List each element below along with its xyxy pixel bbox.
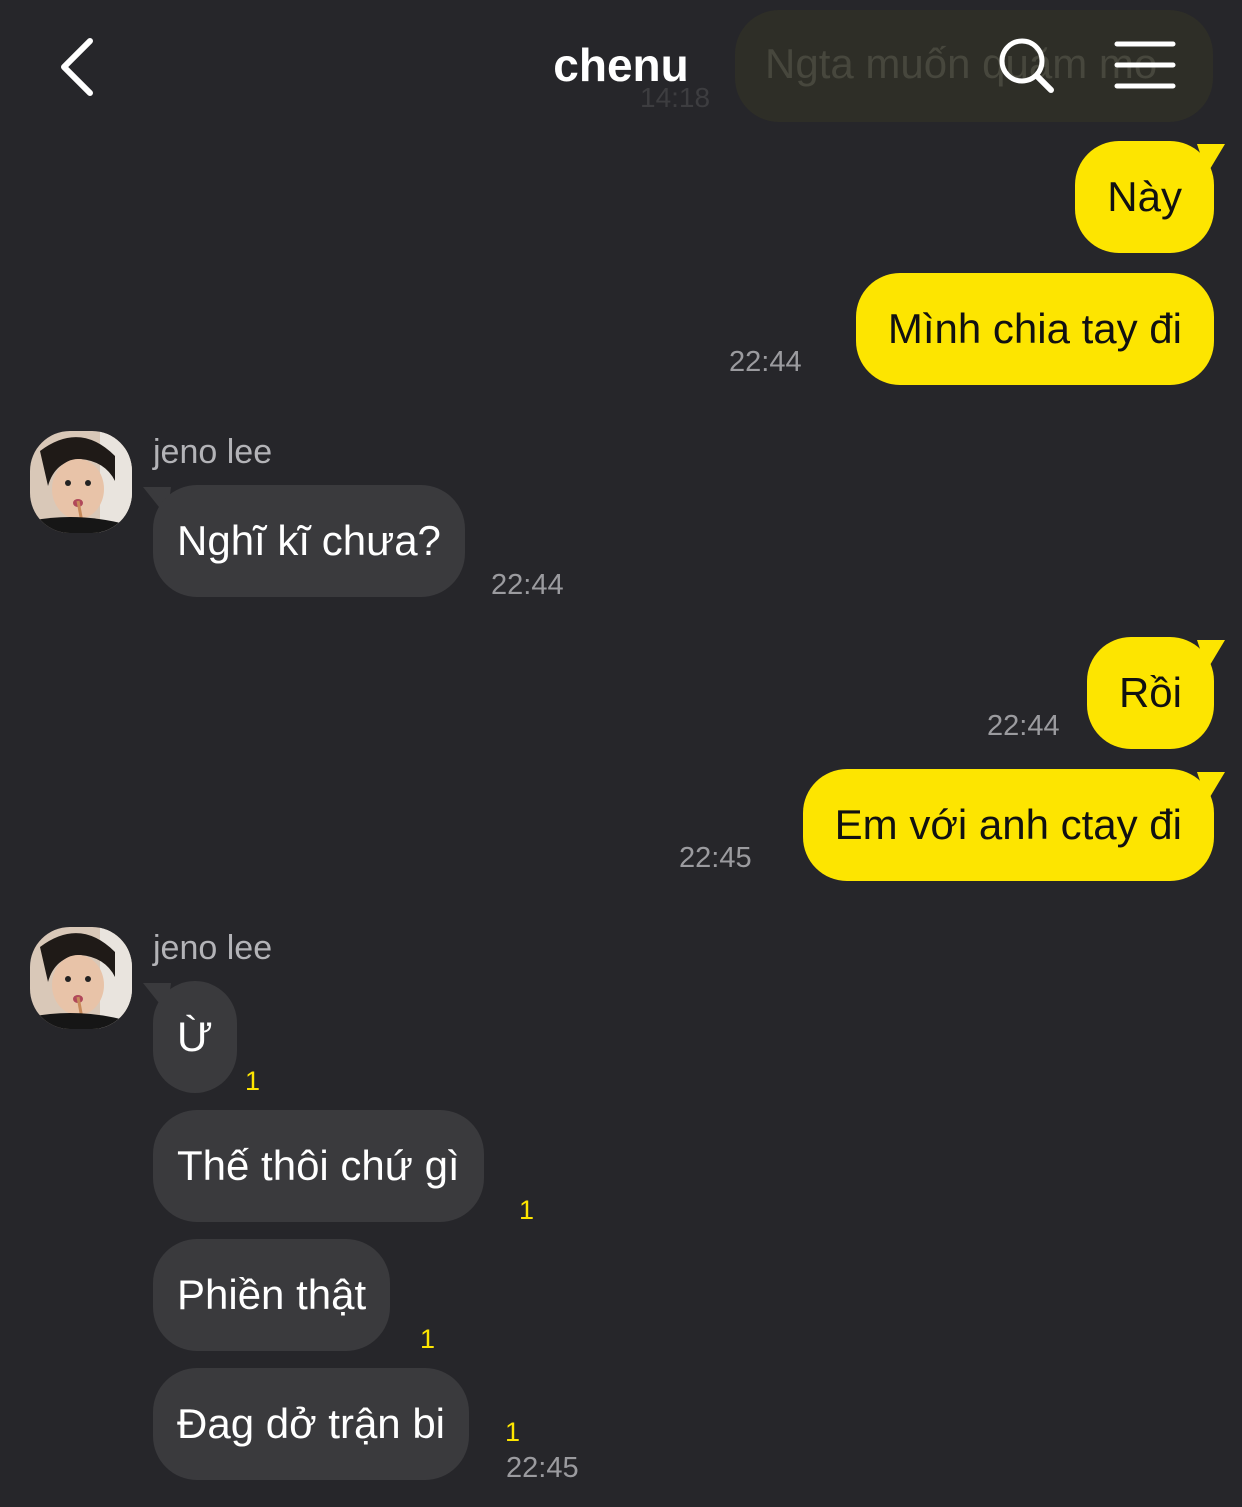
my-message-bubble[interactable]: Mình chia tay đi — [855, 273, 1214, 385]
avatar[interactable] — [30, 431, 132, 533]
their-message-bubble[interactable]: Phiền thật — [153, 1239, 391, 1351]
message-time: 22:44 — [491, 569, 564, 601]
unread-count: 1 — [519, 1195, 535, 1225]
menu-icon — [1114, 41, 1176, 89]
message-time: 22:44 — [729, 346, 802, 378]
message-time: 22:44 — [987, 710, 1060, 742]
unread-count: 1 — [505, 1417, 521, 1447]
search-button[interactable] — [996, 35, 1056, 95]
their-message-bubble[interactable]: Nghĩ kĩ chưa? — [153, 485, 465, 597]
their-message-bubble[interactable]: Thế thôi chứ gì — [153, 1110, 484, 1222]
message-time: 22:45 — [679, 842, 752, 874]
unread-count: 1 — [420, 1324, 436, 1354]
message-time: 22:45 — [506, 1452, 579, 1484]
my-message-bubble[interactable]: Này — [1075, 141, 1214, 253]
my-message-bubble[interactable]: Rồi — [1086, 637, 1214, 749]
sender-name: jeno lee — [153, 433, 273, 471]
search-icon — [999, 38, 1054, 93]
unread-count: 1 — [245, 1066, 261, 1096]
sender-name: jeno lee — [153, 929, 273, 967]
my-message-bubble[interactable]: Em với anh ctay đi — [802, 769, 1214, 881]
bubble-tail — [1197, 640, 1225, 670]
bubble-tail — [1197, 144, 1225, 174]
their-message-bubble[interactable]: Đag dở trận bi — [153, 1368, 470, 1480]
bubble-tail — [1197, 772, 1225, 802]
avatar[interactable] — [30, 927, 132, 1029]
their-message-bubble[interactable]: Ừ — [153, 981, 237, 1093]
menu-button[interactable] — [1114, 40, 1176, 92]
